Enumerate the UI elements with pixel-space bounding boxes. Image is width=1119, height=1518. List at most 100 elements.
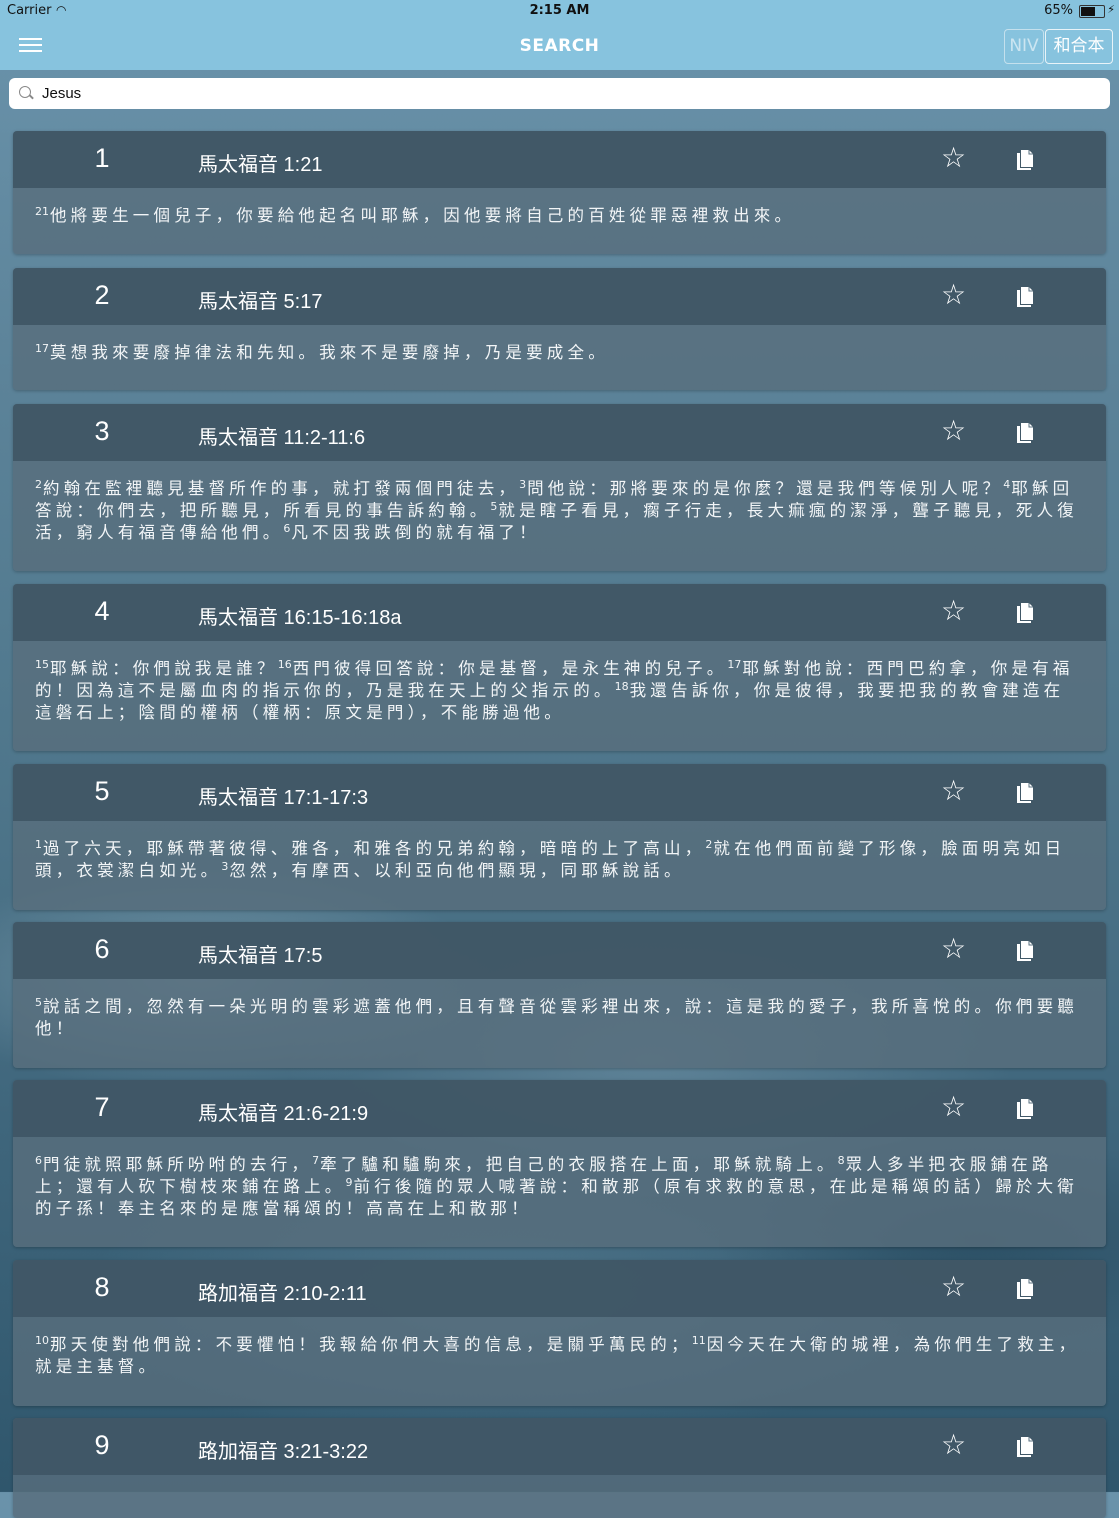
result-reference: 馬太福音 16:15-16:18a [198, 607, 402, 629]
copy-icon[interactable] [1016, 602, 1034, 624]
bookmark-star-icon[interactable]: ☆ [941, 1092, 966, 1122]
cuv-version-button[interactable]: 和合本 [1045, 29, 1113, 64]
verse-text: 6門徒就照耶穌所吩咐的去行，7牽了驢和驢駒來，把自己的衣服搭在上面，耶穌就騎上。… [13, 1137, 1106, 1220]
nav-bar: SEARCH NIV 和合本 [0, 22, 1119, 70]
result-number: 7 [94, 1092, 110, 1122]
verse-segment: 忽然，有摩西、以利亞向他們顯現，同耶穌說話。 [229, 861, 685, 880]
result-card[interactable]: 5 馬太福音 17:1-17:3 ☆ 1過了六天，耶穌帶著彼得、雅各，和雅各的兄弟約翰… [13, 764, 1106, 910]
verse-number: 6 [283, 522, 291, 535]
copy-icon[interactable] [1016, 782, 1034, 804]
bookmark-star-icon[interactable]: ☆ [941, 143, 966, 173]
verse-text: 21他將要生一個兒子，你要給他起名叫耶穌，因他要將自己的百姓從罪惡裡救出來。 [13, 188, 1106, 227]
verse-number: 7 [312, 1154, 320, 1167]
result-header: 6 馬太福音 17:5 ☆ [13, 922, 1106, 979]
page-title: SEARCH [519, 36, 600, 56]
copy-icon[interactable] [1016, 1098, 1034, 1120]
copy-icon[interactable] [1016, 422, 1034, 444]
bookmark-star-icon[interactable]: ☆ [941, 934, 966, 964]
verse-segment: 牽了驢和驢駒來，把自己的衣服搭在上面，耶穌就騎上。 [320, 1155, 838, 1174]
verse-number: 4 [1003, 478, 1011, 491]
verse-number: 8 [837, 1154, 845, 1167]
verse-number: 16 [277, 658, 292, 671]
result-card[interactable]: 7 馬太福音 21:6-21:9 ☆ 6門徒就照耶穌所吩咐的去行，7牽了驢和驢駒來，把… [13, 1080, 1106, 1247]
result-number: 9 [94, 1430, 110, 1460]
verse-number: 18 [614, 680, 629, 693]
result-card[interactable]: 3 馬太福音 11:2-11:6 ☆ 2約翰在監裡聽見基督所作的事，就打發兩個門徒去，… [13, 404, 1106, 571]
result-number: 6 [94, 934, 110, 964]
copy-icon[interactable] [1016, 286, 1034, 308]
result-card[interactable]: 6 馬太福音 17:5 ☆ 5說話之間，忽然有一朵光明的雲彩遮蓋他們，且有聲音從雲彩裡… [13, 922, 1106, 1068]
result-number: 8 [94, 1272, 110, 1302]
result-header: 2 馬太福音 5:17 ☆ [13, 268, 1106, 325]
result-header: 7 馬太福音 21:6-21:9 ☆ [13, 1080, 1106, 1137]
verse-segment: 西門彼得回答說：你是基督，是永生神的兒子。 [292, 659, 728, 678]
search-box[interactable] [9, 78, 1110, 109]
verse-segment: 那天使對他們說：不要懼怕！我報給你們大喜的信息，是關乎萬民的； [50, 1335, 692, 1354]
verse-segment: 過了六天，耶穌帶著彼得、雅各，和雅各的兄弟約翰，暗暗的上了高山， [43, 839, 706, 858]
status-time: 2:15 AM [529, 3, 590, 18]
verse-number: 21 [35, 205, 49, 218]
result-card[interactable]: 1 馬太福音 1:21 ☆ 21他將要生一個兒子，你要給他起名叫耶穌，因他要將自己的百… [13, 131, 1106, 254]
result-number: 2 [94, 280, 110, 310]
result-reference: 馬太福音 5:17 [198, 291, 323, 313]
verse-number: 1 [35, 838, 42, 851]
bookmark-star-icon[interactable]: ☆ [941, 1430, 966, 1460]
result-reference: 馬太福音 17:5 [198, 945, 323, 967]
bookmark-star-icon[interactable]: ☆ [941, 416, 966, 446]
verse-number: 3 [519, 478, 527, 491]
niv-version-button[interactable]: NIV [1004, 29, 1044, 64]
result-reference: 路加福音 3:21-3:22 [198, 1441, 369, 1463]
verse-segment: 說話之間，忽然有一朵光明的雲彩遮蓋他們，且有聲音從雲彩裡出來，說：這是我的愛子，… [35, 997, 1078, 1038]
copy-icon[interactable] [1016, 1436, 1034, 1458]
verse-segment: 耶穌說：你們說我是誰？ [50, 659, 278, 678]
result-reference: 馬太福音 17:1-17:3 [198, 787, 369, 809]
battery-icon [1079, 5, 1105, 18]
result-card[interactable]: 4 馬太福音 16:15-16:18a ☆ 15耶穌說：你們說我是誰？16西門彼得回答… [13, 584, 1106, 751]
copy-icon[interactable] [1016, 940, 1034, 962]
verse-number: 6 [35, 1154, 42, 1167]
bookmark-star-icon[interactable]: ☆ [941, 596, 966, 626]
verse-text: 5說話之間，忽然有一朵光明的雲彩遮蓋他們，且有聲音從雲彩裡出來，說：這是我的愛子… [13, 979, 1106, 1040]
verse-segment: 門徒就照耶穌所吩咐的去行， [43, 1155, 313, 1174]
result-reference: 馬太福音 21:6-21:9 [198, 1103, 369, 1125]
verse-text: 17莫想我來要廢掉律法和先知。我來不是要廢掉，乃是要成全。 [13, 325, 1106, 364]
verse-segment: 莫想我來要廢掉律法和先知。我來不是要廢掉，乃是要成全。 [50, 343, 609, 362]
result-header: 5 馬太福音 17:1-17:3 ☆ [13, 764, 1106, 821]
bookmark-star-icon[interactable]: ☆ [941, 280, 966, 310]
search-input[interactable] [42, 82, 1092, 105]
verse-number: 2 [705, 838, 713, 851]
verse-segment: 凡不因我跌倒的就有福了！ [291, 523, 540, 542]
result-reference: 路加福音 2:10-2:11 [198, 1283, 367, 1305]
result-header: 1 馬太福音 1:21 ☆ [13, 131, 1106, 188]
verse-text: 1過了六天，耶穌帶著彼得、雅各，和雅各的兄弟約翰，暗暗的上了高山，2就在他們面前… [13, 821, 1106, 882]
verse-segment: 問他說：那將要來的是你麼？還是我們等候別人呢？ [527, 479, 1004, 498]
verse-number: 17 [35, 342, 49, 355]
bookmark-star-icon[interactable]: ☆ [941, 776, 966, 806]
result-card[interactable]: 8 路加福音 2:10-2:11 ☆ 10那天使對他們說：不要懼怕！我報給你們大喜的信… [13, 1260, 1106, 1406]
battery-percent: 65% [1044, 3, 1073, 18]
result-reference: 馬太福音 1:21 [198, 154, 323, 176]
verse-segment: 約翰在監裡聽見基督所作的事，就打發兩個門徒去， [43, 479, 520, 498]
result-number: 5 [94, 776, 110, 806]
verse-number: 15 [35, 658, 49, 671]
result-header: 8 路加福音 2:10-2:11 ☆ [13, 1260, 1106, 1317]
verse-number: 10 [35, 1334, 49, 1347]
verse-number: 9 [345, 1176, 353, 1189]
result-card[interactable]: 9 路加福音 3:21-3:22 ☆ [13, 1418, 1106, 1518]
verse-text: 10那天使對他們說：不要懼怕！我報給你們大喜的信息，是關乎萬民的；11因今天在大… [13, 1317, 1106, 1378]
result-header: 4 馬太福音 16:15-16:18a ☆ [13, 584, 1106, 641]
bookmark-star-icon[interactable]: ☆ [941, 1272, 966, 1302]
result-reference: 馬太福音 11:2-11:6 [198, 427, 366, 449]
verse-text: 2約翰在監裡聽見基督所作的事，就打發兩個門徒去，3問他說：那將要來的是你麼？還是… [13, 461, 1106, 544]
copy-icon[interactable] [1016, 149, 1034, 171]
result-number: 4 [94, 596, 110, 626]
search-bar [0, 70, 1119, 118]
verse-number: 5 [35, 996, 42, 1009]
result-header: 3 馬太福音 11:2-11:6 ☆ [13, 404, 1106, 461]
verse-number: 11 [691, 1334, 706, 1347]
verse-text: 15耶穌說：你們說我是誰？16西門彼得回答說：你是基督，是永生神的兒子。17耶穌… [13, 641, 1106, 724]
copy-icon[interactable] [1016, 1278, 1034, 1300]
verse-number: 3 [221, 860, 229, 873]
status-bar: Carrier ◠ 2:15 AM 65% ⚡ [0, 0, 1119, 22]
result-card[interactable]: 2 馬太福音 5:17 ☆ 17莫想我來要廢掉律法和先知。我來不是要廢掉，乃是要成全。 [13, 268, 1106, 390]
